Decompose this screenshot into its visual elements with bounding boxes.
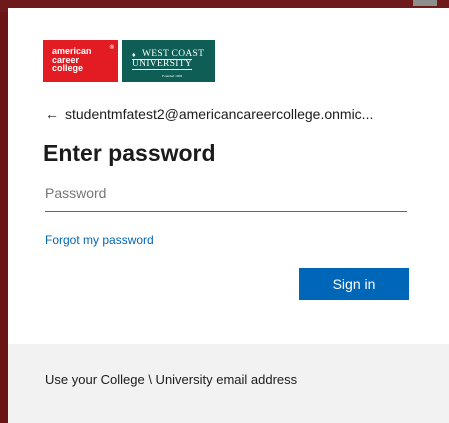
- west-coast-university-logo: ♦ WEST COAST UNIVERSITY Founded 1909: [122, 40, 215, 82]
- american-career-college-logo: ® american career college: [43, 40, 118, 82]
- back-arrow-icon[interactable]: ←: [45, 106, 59, 122]
- page-title: Enter password: [43, 140, 216, 166]
- account-email: studentmfatest2@americancareercollege.on…: [65, 106, 374, 122]
- logo-wcu-founded: Founded 1909: [162, 74, 183, 78]
- backdrop-corner: [413, 0, 437, 6]
- password-input[interactable]: [45, 180, 407, 212]
- account-identity: ← studentmfatest2@americancareercollege.…: [45, 106, 373, 122]
- registered-mark: ®: [109, 45, 114, 51]
- logo-wcu-line-1: WEST COAST: [142, 49, 205, 59]
- logo-acc-line-3: college: [52, 63, 84, 73]
- footer-text: Use your College \ University email addr…: [45, 372, 298, 387]
- logo-wcu-line-2: UNIVERSITY: [132, 59, 192, 70]
- university-seal-icon: ♦: [132, 51, 136, 59]
- college-logos: ® american career college ♦ WEST COAST U…: [43, 40, 215, 82]
- sign-in-button[interactable]: Sign in: [299, 268, 409, 300]
- forgot-password-link[interactable]: Forgot my password: [45, 233, 154, 247]
